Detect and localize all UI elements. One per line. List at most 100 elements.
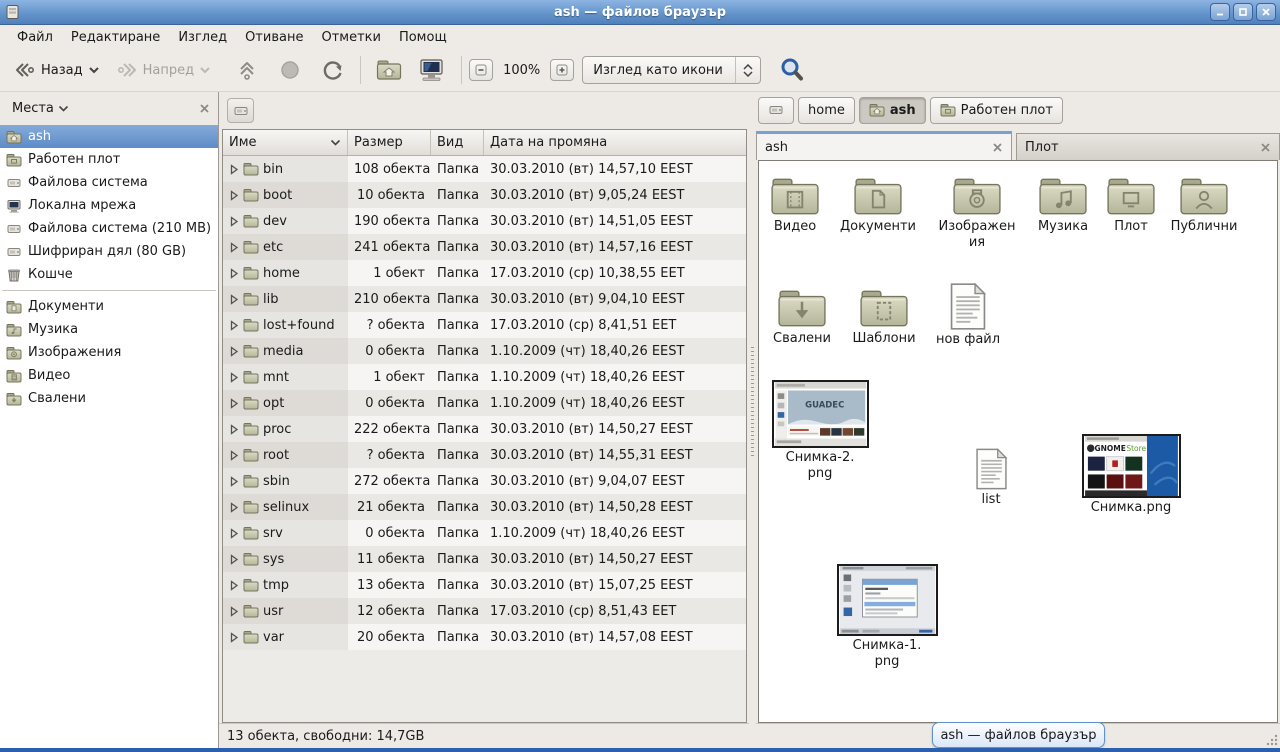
folder-icon bbox=[243, 525, 259, 541]
tab-ash[interactable]: ash bbox=[756, 131, 1012, 160]
expander-icon[interactable] bbox=[230, 320, 239, 331]
expander-icon[interactable] bbox=[230, 346, 239, 357]
expander-icon[interactable] bbox=[230, 242, 239, 253]
menu-4[interactable]: Отметки bbox=[312, 27, 389, 48]
sidebar-item-шифриран-дял-80-gb-[interactable]: Шифриран дял (80 GB) bbox=[0, 240, 218, 263]
up-button[interactable] bbox=[229, 54, 265, 86]
resize-grip-icon[interactable] bbox=[1265, 733, 1279, 747]
menu-5[interactable]: Помощ bbox=[390, 27, 456, 48]
view-mode-select[interactable]: Изглед като икони bbox=[582, 56, 761, 84]
sidebar-item-файлова-система[interactable]: Файлова система bbox=[0, 171, 218, 194]
path-button-Работен плот[interactable]: Работен плот bbox=[930, 97, 1063, 124]
tab-плот[interactable]: Плот bbox=[1016, 133, 1280, 160]
tab-close-icon[interactable] bbox=[1260, 142, 1271, 153]
table-row-sbin[interactable]: sbin 272 обекта Папка 30.03.2010 (вт) 9,… bbox=[223, 468, 746, 494]
sidebar-item-свалени[interactable]: Свалени bbox=[0, 387, 218, 410]
path-button-root[interactable] bbox=[758, 97, 794, 124]
menu-3[interactable]: Отиване bbox=[236, 27, 312, 48]
sidebar-item-работен-плот[interactable]: Работен плот bbox=[0, 148, 218, 171]
sidebar-close-icon[interactable] bbox=[199, 103, 210, 114]
sidebar-item-видео[interactable]: Видео bbox=[0, 364, 218, 387]
expander-icon[interactable] bbox=[230, 476, 239, 487]
table-row-proc[interactable]: proc 222 обекта Папка 30.03.2010 (вт) 14… bbox=[223, 416, 746, 442]
table-row-boot[interactable]: boot 10 обекта Папка 30.03.2010 (вт) 9,0… bbox=[223, 182, 746, 208]
expander-icon[interactable] bbox=[230, 372, 239, 383]
table-row-var[interactable]: var 20 обекта Папка 30.03.2010 (вт) 14,5… bbox=[223, 624, 746, 650]
close-button[interactable] bbox=[1256, 3, 1276, 21]
icon-item-list[interactable]: list bbox=[941, 448, 1041, 508]
expander-icon[interactable] bbox=[230, 606, 239, 617]
expander-icon[interactable] bbox=[230, 424, 239, 435]
expander-icon[interactable] bbox=[230, 268, 239, 279]
pane-splitter[interactable] bbox=[749, 92, 756, 748]
expander-icon[interactable] bbox=[230, 216, 239, 227]
icon-item-публични[interactable]: Публични bbox=[1154, 175, 1254, 235]
sidebar-pane-select[interactable]: Места bbox=[8, 99, 73, 118]
column-header-type[interactable]: Вид bbox=[431, 130, 484, 155]
stop-button[interactable] bbox=[271, 54, 309, 86]
table-row-mnt[interactable]: mnt 1 обект Папка 1.10.2009 (чт) 18,40,2… bbox=[223, 364, 746, 390]
expander-icon[interactable] bbox=[230, 398, 239, 409]
table-row-etc[interactable]: etc 241 обекта Папка 30.03.2010 (вт) 14,… bbox=[223, 234, 746, 260]
column-header-size[interactable]: Размер bbox=[348, 130, 431, 155]
sidebar-item-ash[interactable]: ash bbox=[0, 125, 218, 148]
table-row-opt[interactable]: opt 0 обекта Папка 1.10.2009 (чт) 18,40,… bbox=[223, 390, 746, 416]
icon-item-документи[interactable]: Документи bbox=[828, 175, 928, 235]
minimize-button[interactable] bbox=[1210, 3, 1230, 21]
maximize-button[interactable] bbox=[1233, 3, 1253, 21]
table-row-bin[interactable]: bin 108 обекта Папка 30.03.2010 (вт) 14,… bbox=[223, 156, 746, 182]
menu-1[interactable]: Редактиране bbox=[62, 27, 169, 48]
icon-item-изображен-ия[interactable]: Изображен ия bbox=[927, 175, 1027, 252]
table-row-selinux[interactable]: selinux 21 обекта Папка 30.03.2010 (вт) … bbox=[223, 494, 746, 520]
table-row-srv[interactable]: srv 0 обекта Папка 1.10.2009 (чт) 18,40,… bbox=[223, 520, 746, 546]
expander-icon[interactable] bbox=[230, 632, 239, 643]
reload-button[interactable] bbox=[313, 54, 353, 86]
expander-icon[interactable] bbox=[230, 450, 239, 461]
expander-icon[interactable] bbox=[230, 580, 239, 591]
zoom-level: 100% bbox=[493, 63, 550, 78]
icon-view[interactable]: ВидеоДокументиИзображен ияМузикаПлотПубл… bbox=[758, 160, 1278, 723]
home-button[interactable] bbox=[368, 54, 410, 86]
expander-icon[interactable] bbox=[230, 502, 239, 513]
sidebar-item-изображения[interactable]: Изображения bbox=[0, 341, 218, 364]
column-header-name[interactable]: Име bbox=[223, 130, 348, 155]
computer-button[interactable] bbox=[410, 54, 454, 86]
table-row-home[interactable]: home 1 обект Папка 17.03.2010 (ср) 10,38… bbox=[223, 260, 746, 286]
sidebar-item-музика[interactable]: Музика bbox=[0, 318, 218, 341]
path-button-home[interactable]: home bbox=[798, 97, 855, 124]
pane-location-button[interactable] bbox=[227, 98, 254, 123]
column-header-date[interactable]: Дата на промяна bbox=[484, 130, 746, 155]
expander-icon[interactable] bbox=[230, 190, 239, 201]
search-button[interactable] bbox=[771, 54, 813, 86]
table-row-media[interactable]: media 0 обекта Папка 1.10.2009 (чт) 18,4… bbox=[223, 338, 746, 364]
menu-2[interactable]: Изглед bbox=[169, 27, 236, 48]
forward-button[interactable]: Напред bbox=[108, 54, 219, 86]
table-row-dev[interactable]: dev 190 обекта Папка 30.03.2010 (вт) 14,… bbox=[223, 208, 746, 234]
zoom-in-button[interactable] bbox=[550, 59, 574, 81]
icon-item-снимка-1.-png[interactable]: Снимка-1. png bbox=[827, 564, 947, 671]
table-row-tmp[interactable]: tmp 13 обекта Папка 30.03.2010 (вт) 15,0… bbox=[223, 572, 746, 598]
icon-item-снимка-2.-png[interactable]: GUADEC Снимка-2. png bbox=[760, 380, 880, 483]
expander-icon[interactable] bbox=[230, 528, 239, 539]
menu-0[interactable]: Файл bbox=[8, 27, 62, 48]
table-row-sys[interactable]: sys 11 обекта Папка 30.03.2010 (вт) 14,5… bbox=[223, 546, 746, 572]
sidebar-item-кошче[interactable]: Кошче bbox=[0, 263, 218, 286]
tab-close-icon[interactable] bbox=[992, 142, 1003, 153]
title-bar[interactable]: ash — файлов браузър bbox=[0, 0, 1280, 25]
expander-icon[interactable] bbox=[230, 294, 239, 305]
zoom-out-button[interactable] bbox=[469, 59, 493, 81]
table-row-lost+found[interactable]: lost+found ? обекта Папка 17.03.2010 (ср… bbox=[223, 312, 746, 338]
icon-item-снимка.png[interactable]: GNOME Store Снимка.png bbox=[1071, 434, 1191, 516]
expander-icon[interactable] bbox=[230, 554, 239, 565]
table-row-root[interactable]: root ? обекта Папка 30.03.2010 (вт) 14,5… bbox=[223, 442, 746, 468]
table-row-usr[interactable]: usr 12 обекта Папка 17.03.2010 (ср) 8,51… bbox=[223, 598, 746, 624]
sidebar-item-файлова-система-210-mb-[interactable]: Файлова система (210 MB) bbox=[0, 217, 218, 240]
table-row-lib[interactable]: lib 210 обекта Папка 30.03.2010 (вт) 9,0… bbox=[223, 286, 746, 312]
back-button[interactable]: Назад bbox=[6, 54, 108, 86]
file-date: 30.03.2010 (вт) 14,57,10 EEST bbox=[484, 162, 746, 177]
path-button-ash[interactable]: ash bbox=[859, 97, 926, 124]
sidebar-item-локална-мрежа[interactable]: Локална мрежа bbox=[0, 194, 218, 217]
sidebar-item-документи[interactable]: Документи bbox=[0, 295, 218, 318]
icon-item-нов-файл[interactable]: нов файл bbox=[918, 283, 1018, 348]
expander-icon[interactable] bbox=[230, 164, 239, 175]
